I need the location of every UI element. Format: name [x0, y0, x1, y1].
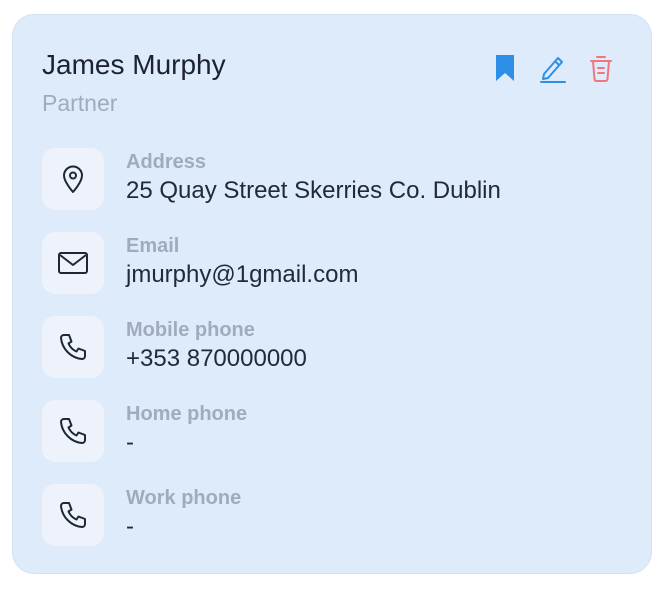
- mobile-phone-icon-box: [42, 316, 104, 378]
- card-actions: [491, 51, 615, 85]
- bookmark-button[interactable]: [491, 51, 519, 85]
- work-phone-value: -: [126, 513, 134, 540]
- home-phone-info: Home phone -: [126, 402, 247, 458]
- edit-button[interactable]: [539, 51, 567, 85]
- mobile-phone-info: Mobile phone +353 870000000: [126, 318, 307, 374]
- location-pin-icon: [63, 165, 83, 193]
- contact-card: James Murphy Partner Address 25 Quay Str…: [12, 14, 652, 574]
- work-phone-info: Work phone -: [126, 486, 241, 542]
- email-icon-box: [42, 232, 104, 294]
- address-value: 25 Quay Street Skerries Co. Dublin: [126, 177, 501, 204]
- mobile-phone-label: Mobile phone: [126, 319, 255, 341]
- contact-name: James Murphy: [42, 49, 226, 80]
- phone-icon: [60, 418, 86, 444]
- work-phone-label: Work phone: [126, 487, 242, 509]
- home-phone-label: Home phone: [126, 403, 248, 425]
- delete-button[interactable]: [587, 51, 615, 85]
- work-phone-row: Work phone -: [42, 484, 501, 548]
- mobile-phone-row: Mobile phone +353 870000000: [42, 316, 501, 380]
- bookmark-icon: [496, 55, 514, 81]
- phone-icon: [60, 502, 86, 528]
- home-phone-value: -: [126, 429, 134, 456]
- edit-icon: [540, 57, 566, 83]
- address-label: Address: [126, 151, 207, 173]
- phone-icon: [60, 334, 86, 360]
- envelope-icon: [58, 252, 88, 274]
- email-row: Email jmurphy@1gmail.com: [42, 232, 501, 296]
- work-phone-icon-box: [42, 484, 104, 546]
- address-icon-box: [42, 148, 104, 210]
- contact-role: Partner: [42, 90, 118, 116]
- email-info: Email jmurphy@1gmail.com: [126, 234, 358, 290]
- mobile-phone-value[interactable]: +353 870000000: [126, 344, 307, 374]
- address-info: Address 25 Quay Street Skerries Co. Dubl…: [126, 150, 501, 206]
- email-label: Email: [126, 235, 180, 257]
- home-phone-row: Home phone -: [42, 400, 501, 464]
- address-row: Address 25 Quay Street Skerries Co. Dubl…: [42, 148, 501, 212]
- email-value[interactable]: jmurphy@1gmail.com: [126, 260, 358, 290]
- home-phone-icon-box: [42, 400, 104, 462]
- delete-icon: [590, 56, 612, 82]
- contact-fields: Address 25 Quay Street Skerries Co. Dubl…: [42, 148, 501, 568]
